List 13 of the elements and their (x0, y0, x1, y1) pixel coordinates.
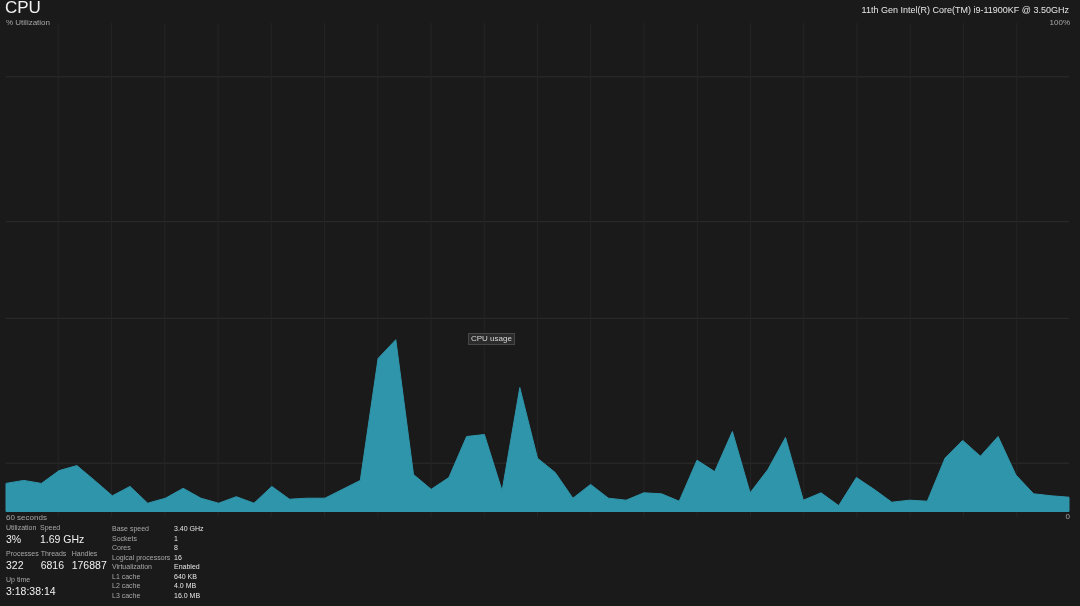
axis-label: 60 seconds (6, 513, 47, 522)
stat-value: 322 (6, 558, 25, 573)
axis-tick-label: 0 (1065, 512, 1070, 521)
stat-value: 176887 (71, 558, 107, 573)
axis-label: % Utilization (6, 18, 50, 27)
processor-name: 11th Gen Intel(R) Core(TM) i9-11900KF @ 3.50GHz (861, 5, 1069, 17)
stat-value: 6816 (40, 558, 66, 573)
tooltip: CPU usage (468, 332, 515, 345)
stat-value: 3:18:38:14 (6, 584, 56, 599)
stat-value: 1.69 GHz (40, 532, 85, 547)
stat-value: 3% (6, 532, 23, 547)
page-title: CPU (5, 0, 41, 18)
axis-tick-label: 100% (1049, 18, 1070, 27)
